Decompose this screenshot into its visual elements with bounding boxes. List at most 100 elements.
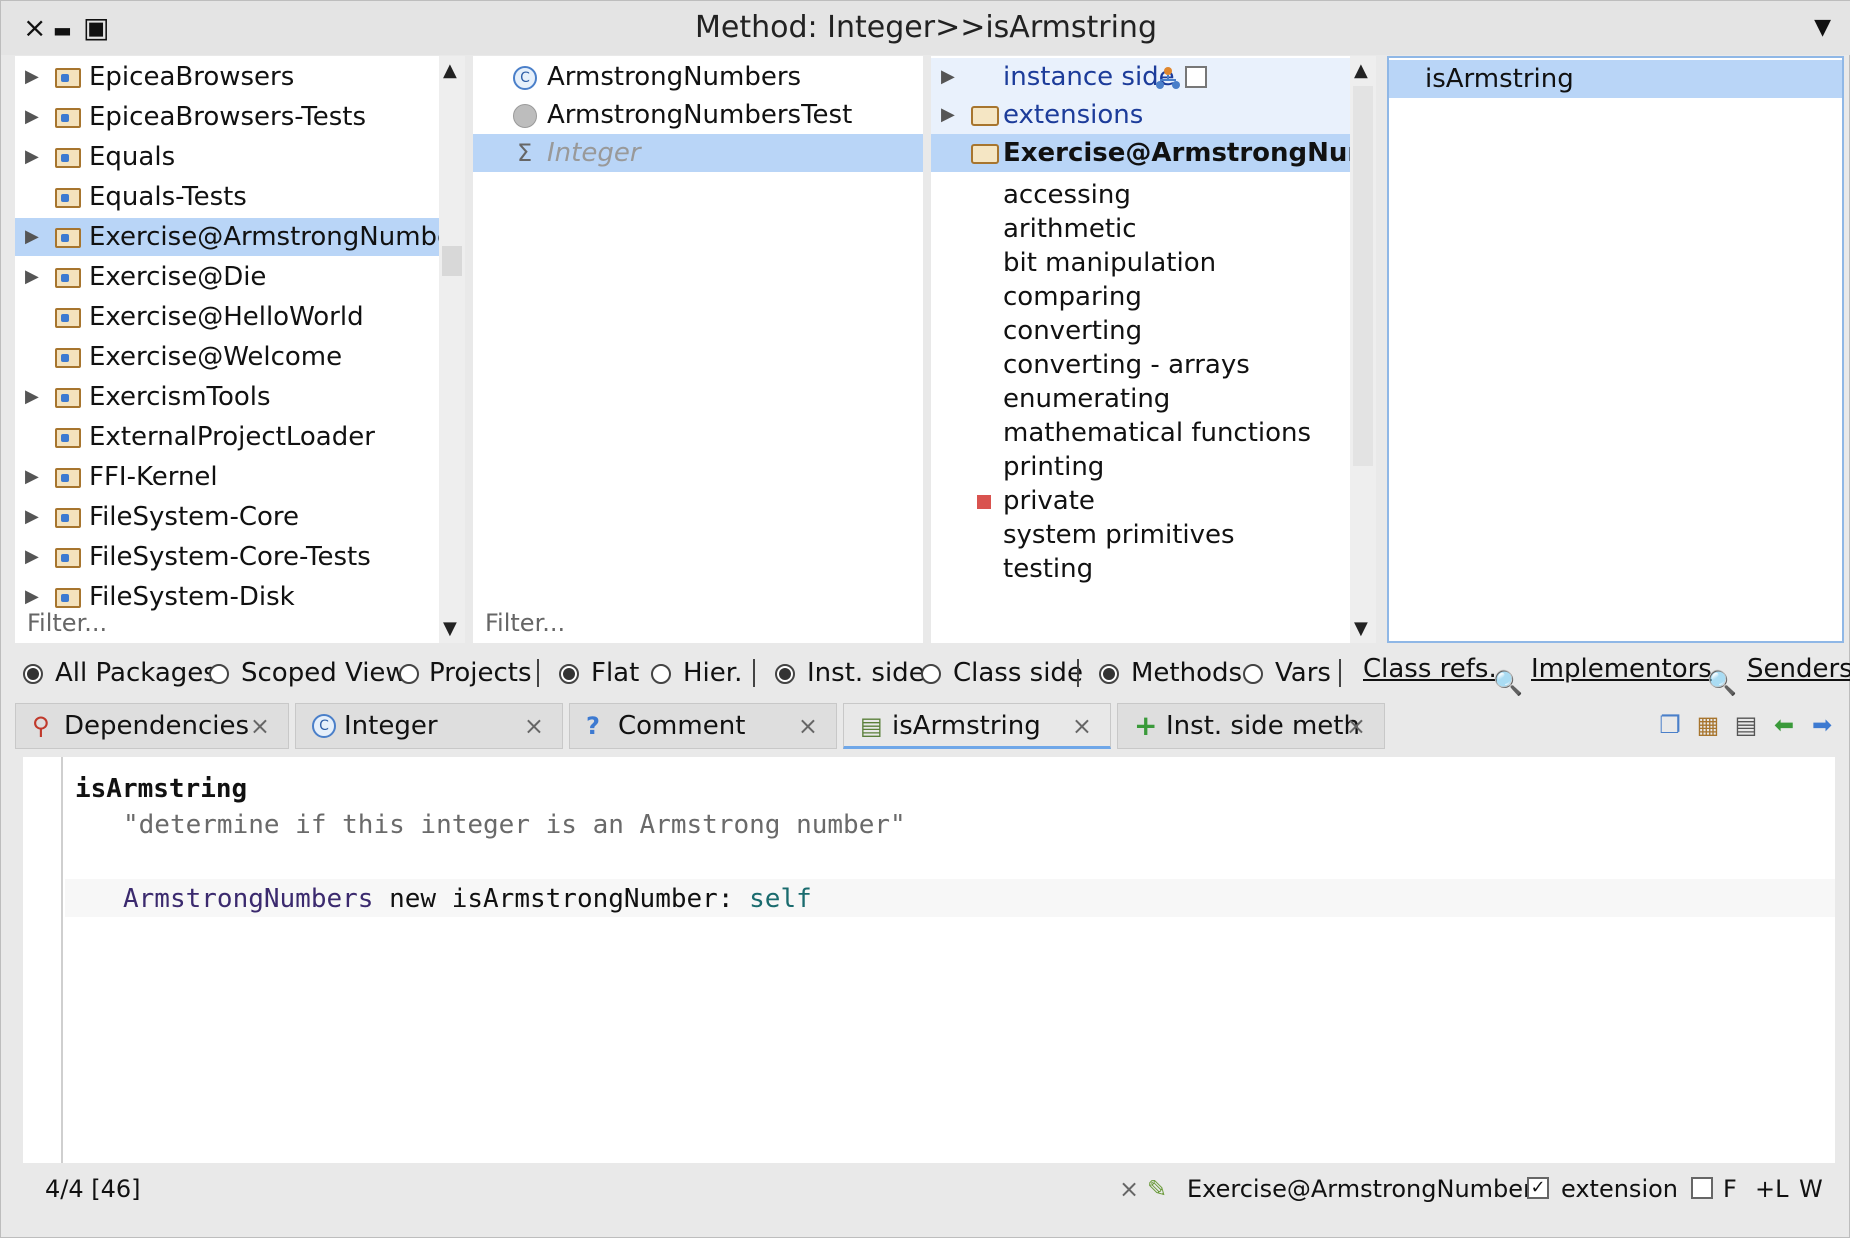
package-item[interactable]: ▶ Equals (15, 138, 465, 176)
package-item[interactable]: Exercise@Welcome (15, 338, 465, 376)
all-packages-radio[interactable] (23, 664, 43, 684)
expand-arrow-icon[interactable]: ▶ (25, 458, 39, 496)
hierarchy-icon[interactable] (1155, 66, 1181, 90)
scroll-up-icon[interactable]: ▲ (443, 60, 457, 81)
protocol-extensions[interactable]: ▶ extensions (931, 96, 1376, 134)
package-item[interactable]: ▶ EpiceaBrowsers (15, 58, 465, 96)
f-checkbox[interactable] (1691, 1177, 1713, 1199)
class-item-armstrongnumbers[interactable]: C ArmstrongNumbers (473, 58, 923, 96)
package-item[interactable]: ▶ EpiceaBrowsers-Tests (15, 98, 465, 136)
package-item[interactable]: ▶ Exercise@Die (15, 258, 465, 296)
methods-radio[interactable] (1099, 664, 1119, 684)
history-icon[interactable]: ▤ (1731, 709, 1761, 741)
method-item-isarmstring[interactable]: isArmstring (1389, 60, 1842, 98)
w-toggle[interactable]: W (1799, 1167, 1823, 1211)
inst-side-radio[interactable] (775, 664, 795, 684)
package-icon[interactable]: ▦ (1693, 709, 1723, 741)
package-item[interactable]: Exercise@HelloWorld (15, 298, 465, 336)
scroll-thumb[interactable] (442, 246, 462, 276)
close-tab-icon[interactable]: × (1072, 704, 1092, 748)
package-item[interactable]: ExternalProjectLoader (15, 418, 465, 456)
package-name[interactable]: Exercise@ArmstrongNumbers (1187, 1167, 1545, 1211)
package-item[interactable]: ▶ FFI-Kernel (15, 458, 465, 496)
tab-integer[interactable]: C Integer × (295, 703, 563, 749)
package-item[interactable]: ▶ FileSystem-Core (15, 498, 465, 536)
classes-filter-input[interactable]: Filter... (485, 609, 565, 637)
protocols-scrollbar[interactable]: ▲ ▼ (1350, 56, 1376, 643)
implementors-button[interactable]: Implementors (1531, 647, 1712, 691)
vars-label[interactable]: Vars (1275, 651, 1331, 695)
protocol-item[interactable]: printing (931, 448, 1376, 486)
scoped-view-radio[interactable] (209, 664, 229, 684)
expand-arrow-icon[interactable]: ▶ (25, 58, 39, 96)
vars-radio[interactable] (1243, 664, 1263, 684)
close-tab-icon[interactable]: × (250, 704, 270, 748)
scroll-up-icon[interactable]: ▲ (1354, 60, 1368, 81)
copy-icon[interactable]: ❐ (1655, 709, 1685, 741)
expand-arrow-icon[interactable]: ▶ (25, 498, 39, 536)
tab-inst-side-meth[interactable]: + Inst. side meth × (1117, 703, 1385, 749)
back-arrow-icon[interactable]: ⬅ (1769, 709, 1799, 741)
projects-radio[interactable] (399, 664, 419, 684)
package-item[interactable]: Equals-Tests (15, 178, 465, 216)
classes-pane[interactable]: C ArmstrongNumbers ArmstrongNumbersTest … (473, 56, 923, 643)
class-item-armstrongnumberstest[interactable]: ArmstrongNumbersTest (473, 96, 923, 134)
scroll-down-icon[interactable]: ▼ (443, 618, 457, 639)
scroll-thumb[interactable] (1353, 86, 1373, 466)
tab-isarmstring[interactable]: ▤ isArmstring × (843, 703, 1111, 749)
expand-arrow-icon[interactable]: ▶ (25, 218, 39, 256)
protocol-item[interactable]: private (931, 482, 1376, 520)
protocol-item[interactable]: system primitives (931, 516, 1376, 554)
class-side-radio[interactable] (921, 664, 941, 684)
protocol-item[interactable]: bit manipulation (931, 244, 1376, 282)
scroll-down-icon[interactable]: ▼ (1354, 618, 1368, 639)
window-menu-icon[interactable]: ▼ (1814, 15, 1831, 40)
expand-arrow-icon[interactable]: ▶ (25, 138, 39, 176)
clear-icon[interactable]: × (1119, 1167, 1139, 1211)
close-tab-icon[interactable]: × (1346, 704, 1366, 748)
forward-arrow-icon[interactable]: ➡ (1807, 709, 1837, 741)
packages-scrollbar[interactable]: ▲ ▼ (439, 56, 465, 643)
flat-label[interactable]: Flat (591, 651, 639, 695)
protocol-item[interactable]: testing (931, 550, 1376, 588)
expand-arrow-icon[interactable]: ▶ (941, 96, 955, 134)
expand-arrow-icon[interactable]: ▶ (25, 258, 39, 296)
protocol-item[interactable]: mathematical functions (931, 414, 1376, 452)
hier-radio[interactable] (651, 664, 671, 684)
l-toggle[interactable]: +L (1755, 1167, 1788, 1211)
close-tab-icon[interactable]: × (798, 704, 818, 748)
class-side-label[interactable]: Class side (953, 651, 1083, 695)
scoped-view-label[interactable]: Scoped View (241, 651, 407, 695)
package-item[interactable]: ▶ Exercise@ArmstrongNumbers (15, 218, 465, 256)
protocol-item[interactable]: accessing (931, 176, 1376, 214)
protocol-item[interactable]: enumerating (931, 380, 1376, 418)
senders-button[interactable]: Senders (1747, 647, 1850, 691)
protocol-item[interactable]: converting (931, 312, 1376, 350)
close-tab-icon[interactable]: × (524, 704, 544, 748)
extension-checkbox[interactable]: ✓ (1527, 1177, 1549, 1199)
methods-label[interactable]: Methods (1131, 651, 1242, 695)
expand-arrow-icon[interactable]: ▶ (25, 538, 39, 576)
packages-pane[interactable]: ▶ EpiceaBrowsers ▶ EpiceaBrowsers-Tests ▶ Equ… (15, 56, 465, 643)
all-packages-label[interactable]: All Packages (55, 651, 217, 695)
tab-comment[interactable]: ? Comment × (569, 703, 837, 749)
protocol-item[interactable]: converting - arrays (931, 346, 1376, 384)
class-item-integer[interactable]: Σ Integer (473, 134, 923, 172)
expand-arrow-icon[interactable]: ▶ (25, 378, 39, 416)
protocol-exercise-armstrongnumbers[interactable]: Exercise@ArmstrongNumbers (931, 134, 1376, 172)
expand-arrow-icon[interactable]: ▶ (25, 98, 39, 136)
instance-side-checkbox[interactable] (1185, 66, 1207, 88)
packages-filter-input[interactable]: Filter... (27, 609, 107, 637)
protocol-item[interactable]: arithmetic (931, 210, 1376, 248)
package-item[interactable]: ▶ ExercismTools (15, 378, 465, 416)
package-item[interactable]: ▶ FileSystem-Core-Tests (15, 538, 465, 576)
methods-pane[interactable]: isArmstring (1387, 56, 1844, 643)
protocol-instance-side[interactable]: ▶ instance side (931, 58, 1376, 96)
expand-arrow-icon[interactable]: ▶ (941, 58, 955, 96)
flat-radio[interactable] (559, 664, 579, 684)
protocols-pane[interactable]: ▶ instance side ▶ extensions Exercise@Ar… (931, 56, 1376, 643)
hier-label[interactable]: Hier. (683, 651, 742, 695)
tab-dependencies[interactable]: ⚲ Dependencies × (15, 703, 289, 749)
inst-side-label[interactable]: Inst. side (807, 651, 925, 695)
class-refs-button[interactable]: Class refs. (1363, 647, 1497, 691)
